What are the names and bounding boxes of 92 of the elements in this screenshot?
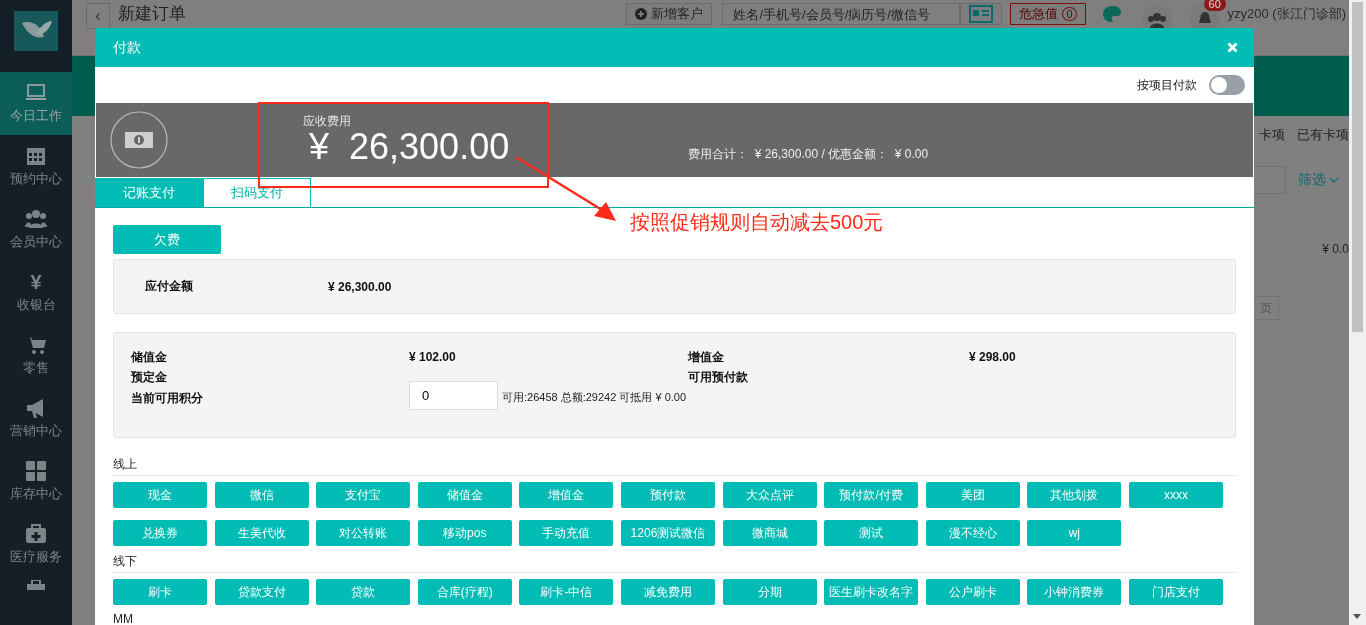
payment-method-button[interactable]: wj [1027, 520, 1122, 546]
payment-method-button[interactable]: 增值金 [519, 482, 614, 508]
field-label: 可用预付款 [688, 370, 749, 384]
dialog-title: 付款 [113, 38, 141, 57]
back-button[interactable]: ‹ [86, 3, 110, 29]
payment-method-button[interactable]: 储值金 [417, 482, 512, 508]
critical-value-button[interactable]: 危急值 0 [1010, 3, 1086, 25]
banknote-icon [110, 111, 168, 169]
sidebar-item[interactable]: 今日工作 [0, 72, 72, 135]
payment-method-button[interactable]: 支付宝 [316, 482, 411, 508]
sidebar-item[interactable]: 零售 [0, 324, 72, 387]
sidebar-item[interactable]: 营销中心 [0, 387, 72, 450]
payment-method-button[interactable]: 微信 [214, 482, 309, 508]
payment-method-button[interactable]: 移动pos [417, 520, 512, 546]
sidebar-item[interactable]: ¥ 收银台 [0, 261, 72, 324]
payment-method-button[interactable]: 美团 [925, 482, 1020, 508]
group-heading: 线下 [113, 553, 1236, 573]
add-customer-button[interactable]: 新增客户 [626, 3, 713, 25]
logo-icon [14, 11, 58, 51]
payment-method-button[interactable]: 刷卡 [113, 579, 207, 605]
calendar-icon [25, 145, 47, 167]
annotation-text: 按照促销规则自动减去500元 [630, 210, 884, 235]
toggle-label: 按项目付款 [1137, 76, 1197, 94]
filter-link[interactable]: 筛选 [1298, 171, 1349, 189]
toggle-switch[interactable] [1209, 75, 1245, 95]
payment-method-button[interactable]: 对公转账 [316, 520, 411, 546]
payment-method-button[interactable]: 小钟消费券 [1027, 579, 1122, 605]
totals-text: 费用合计： ¥ 26,300.00 / 优惠金额： ¥ 0.00 [688, 145, 929, 163]
points-info: 可用:26458 总额:29242 可抵用 ¥ 0.00 [502, 390, 687, 405]
group-heading: 线上 [113, 456, 1236, 476]
payment-method-button[interactable]: 合库(疗程) [417, 579, 512, 605]
user-name[interactable]: yzy200 (张江门诊部) [1227, 3, 1346, 25]
grid-icon [25, 460, 47, 482]
plus-icon [635, 8, 648, 20]
payment-method-button[interactable]: 1206测试微信 [620, 520, 715, 546]
payment-method-button[interactable]: 减免费用 [620, 579, 715, 605]
payment-method-button[interactable]: 预付款 [620, 482, 715, 508]
amount-label: 应收费用 [303, 114, 352, 128]
scrollbar-thumb[interactable] [1352, 2, 1363, 332]
yen-icon: ¥ [30, 271, 42, 293]
id-card-button[interactable] [960, 3, 1003, 25]
payment-method-button[interactable]: 漫不经心 [925, 520, 1020, 546]
payment-method-button[interactable]: 刷卡-中信 [519, 579, 614, 605]
toolbox-icon [26, 580, 46, 590]
chevron-down-icon [1329, 177, 1339, 183]
palette-icon [1101, 5, 1122, 23]
payment-method-button[interactable]: 医生刷卡改名字 [824, 579, 919, 605]
points-field[interactable]: 0 [409, 381, 498, 410]
group-heading: MM [113, 612, 1236, 625]
payment-method-button[interactable]: 微商城 [722, 520, 817, 546]
payment-method-button[interactable]: 预付款/付费 [824, 482, 919, 508]
search-field[interactable]: 姓名/手机号/会员号/病历号/微信号 [722, 3, 961, 25]
payment-method-button[interactable]: 现金 [113, 482, 207, 508]
field-label: 储值金 [131, 350, 168, 364]
panel-tab[interactable]: 已有卡项 [1297, 126, 1349, 144]
close-icon [1227, 42, 1238, 53]
sidebar-item[interactable]: 会员中心 [0, 198, 72, 261]
payment-method-button[interactable]: 兑换券 [113, 520, 207, 546]
sidebar-item[interactable]: 库存中心 [0, 450, 72, 513]
page-title: 新建订单 [118, 3, 186, 25]
payment-method-button[interactable]: 测试 [824, 520, 919, 546]
payment-method-button[interactable]: 贷款支付 [214, 579, 309, 605]
notification-badge: 60 [1203, 0, 1226, 11]
payment-method-button[interactable]: 大众点评 [722, 482, 817, 508]
medical-kit-icon [25, 523, 47, 545]
amount-text: ¥ 0.0 [1322, 242, 1349, 256]
field-label: 增值金 [688, 350, 725, 364]
payment-method-button[interactable]: 分期 [722, 579, 817, 605]
amount-due: ¥ 26,300.00 [309, 128, 511, 166]
payment-method-button[interactable]: 公户刷卡 [925, 579, 1020, 605]
arrears-button[interactable]: 欠费 [113, 225, 221, 254]
field-value: ¥ 102.00 [409, 350, 457, 364]
sidebar-item[interactable]: 预约中心 [0, 135, 72, 198]
field-value: ¥ 26,300.00 [328, 279, 392, 294]
payment-method-button[interactable]: 贷款 [316, 579, 411, 605]
payment-method-button[interactable]: 其他划拨 [1027, 482, 1122, 508]
id-card-icon [969, 5, 994, 23]
payment-method-button[interactable]: 门店支付 [1128, 579, 1223, 605]
field-label: 应付金额 [145, 278, 194, 295]
field-label: 当前可用积分 [131, 390, 204, 407]
payment-method-button[interactable]: 生美代收 [214, 520, 309, 546]
users-icon [25, 208, 47, 230]
field-label: 预定金 [131, 370, 168, 384]
payment-method-button[interactable]: 手动充值 [519, 520, 614, 546]
field-value: ¥ 298.00 [969, 350, 1017, 364]
sidebar-item[interactable]: 医疗服务 [0, 513, 72, 576]
payment-tab[interactable]: 记账支付 [95, 178, 203, 207]
payment-method-button[interactable]: xxxx [1128, 482, 1223, 508]
panel-tab[interactable]: 卡项 [1259, 126, 1285, 144]
close-button[interactable] [1225, 40, 1240, 55]
scrollbar[interactable] [1349, 0, 1366, 625]
scroll-down-icon [1353, 614, 1361, 619]
